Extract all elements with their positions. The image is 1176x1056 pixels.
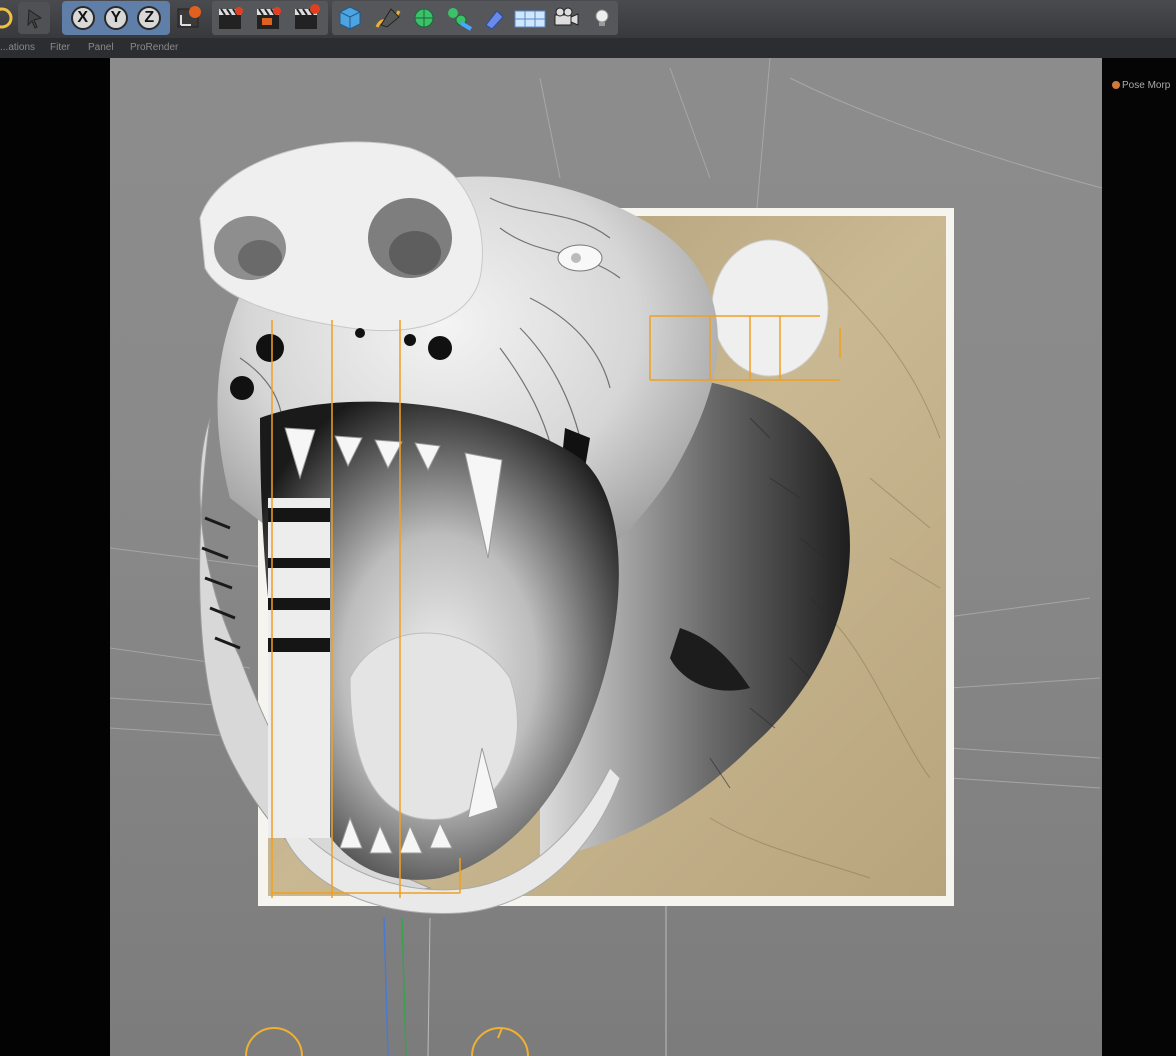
pose-morph-icon [1112, 81, 1120, 90]
camera-icon[interactable] [550, 2, 582, 34]
3d-viewport[interactable] [110, 58, 1102, 1056]
object-manager-panel: Pose Morp [1102, 58, 1176, 1056]
viewport-scene [110, 58, 1102, 1056]
light-icon[interactable] [586, 2, 618, 34]
world-coords-icon[interactable] [172, 2, 204, 34]
array-clone-icon[interactable] [442, 2, 474, 34]
render-view-icon[interactable] [214, 2, 246, 34]
axis-x-lock[interactable]: X [70, 6, 95, 30]
cube-primitive-icon[interactable] [334, 2, 366, 34]
world-axis-gizmo [383, 906, 667, 1056]
axis-y-lock[interactable]: Y [103, 6, 128, 30]
rotate-icon[interactable] [18, 2, 50, 34]
right-ear [711, 239, 829, 377]
floor-plane-icon[interactable] [512, 2, 548, 34]
edit-render-settings-icon[interactable] [290, 2, 322, 34]
menu-item-filter[interactable]: Fiter [50, 42, 70, 53]
deformer-icon[interactable] [478, 2, 510, 34]
subdivision-icon[interactable] [408, 2, 440, 34]
menu-item-panel[interactable]: Panel [88, 42, 114, 53]
coordinate-icon[interactable] [0, 2, 18, 34]
pose-morph-tag[interactable]: Pose Morp [1112, 80, 1170, 91]
main-toolbar: X Y Z [0, 0, 1176, 39]
menu-item-animations[interactable]: ...ations [0, 42, 35, 53]
axis-z-lock[interactable]: Z [137, 6, 162, 30]
axis-lock-group: X Y Z [62, 1, 170, 35]
left-panel [0, 58, 110, 1056]
menu-item-prorender[interactable]: ProRender [130, 42, 178, 53]
camera-target-handle-left[interactable] [245, 1027, 303, 1056]
striped-panel [268, 498, 330, 838]
pose-morph-label: Pose Morp [1122, 80, 1171, 91]
viewport-menubar: ...ations Fiter Panel ProRender [0, 38, 1176, 58]
bear-pupil [571, 253, 581, 263]
render-picture-viewer-icon[interactable] [252, 2, 284, 34]
pen-spline-icon[interactable] [372, 2, 404, 34]
